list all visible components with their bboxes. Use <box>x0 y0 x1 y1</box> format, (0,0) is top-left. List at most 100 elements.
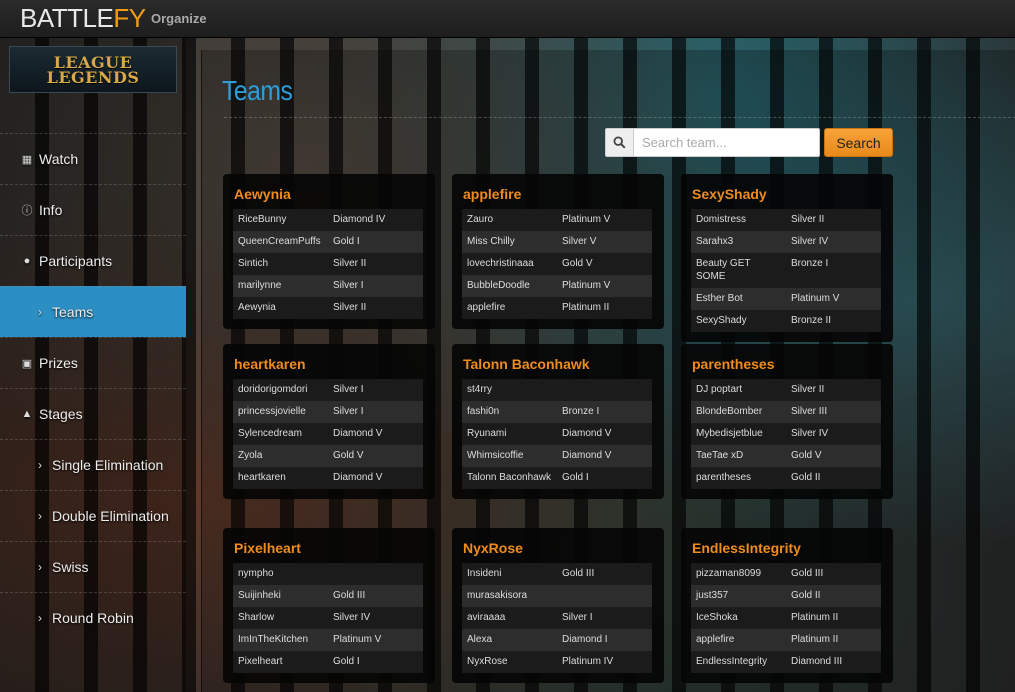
sidebar-item-label: Double Elimination <box>52 508 169 524</box>
table-row: parentheses Gold II <box>691 467 881 489</box>
sidebar-item-info[interactable]: ⓘ Info <box>0 184 186 235</box>
table-row: EndlessIntegrity Diamond III <box>691 651 881 673</box>
player-name: Whimsicoffie <box>462 445 557 467</box>
table-row: Aewynia Silver II <box>233 297 423 319</box>
table-row: pizzaman8099 Gold III <box>691 563 881 585</box>
sidebar-item-single-elimination[interactable]: › Single Elimination <box>0 439 186 490</box>
table-row: Mybedisjetblue Silver IV <box>691 423 881 445</box>
player-rank: Gold III <box>562 568 595 579</box>
player-rank: Gold I <box>328 231 423 253</box>
team-name[interactable]: EndlessIntegrity <box>691 538 883 558</box>
sidebar-item-label: Participants <box>39 253 113 269</box>
table-row: murasakisora <box>462 585 652 607</box>
table-row: Sylencedream Diamond V <box>233 423 423 445</box>
player-rank: Gold V <box>562 258 593 269</box>
sidebar-item-swiss[interactable]: › Swiss <box>0 541 186 592</box>
table-row: Alexa Diamond I <box>462 629 652 651</box>
player-rank: Platinum II <box>562 302 610 313</box>
battlefy-logo[interactable]: BATTLEFY <box>20 3 146 34</box>
search-button[interactable]: Search <box>824 128 893 157</box>
player-rank: Diamond V <box>333 472 383 483</box>
player-rank: Gold II <box>791 472 821 483</box>
player-rank: Gold I <box>562 472 589 483</box>
team-card[interactable]: Talonn Baconhawk st4rry fashi0n Bronze I Ryu… <box>452 344 664 499</box>
player-rank: Diamond V <box>557 445 652 467</box>
player-name: BubbleDoodle <box>462 275 557 297</box>
table-row: SexyShady Bronze II <box>691 310 881 332</box>
team-card[interactable]: SexyShady Domistress Silver II Sarahx3 Silve… <box>681 174 893 342</box>
search-input[interactable] <box>634 129 819 156</box>
player-name: Zyola <box>233 445 328 467</box>
player-rank: Silver II <box>791 384 825 395</box>
table-row: Whimsicoffie Diamond V <box>462 445 652 467</box>
player-rank: Diamond III <box>791 656 843 667</box>
player-name: nympho <box>238 568 274 579</box>
player-name: Sylencedream <box>238 428 302 439</box>
player-rank: Silver I <box>328 401 423 423</box>
team-card[interactable]: applefire Zauro Platinum V Miss Chilly Silve… <box>452 174 664 329</box>
player-rank: Bronze I <box>557 401 652 423</box>
player-rank: Diamond I <box>557 629 652 651</box>
table-row: BlondeBomber Silver III <box>691 401 881 423</box>
sidebar-item-participants[interactable]: ● Participants <box>0 235 186 286</box>
team-name[interactable]: NyxRose <box>462 538 654 558</box>
team-card[interactable]: parentheses DJ poptart Silver II BlondeBomb… <box>681 344 893 499</box>
table-row: IceShoka Platinum II <box>691 607 881 629</box>
team-name[interactable]: Aewynia <box>233 184 425 204</box>
sidebar-item-prizes[interactable]: ▣ Prizes <box>0 337 186 388</box>
team-card[interactable]: EndlessIntegrity pizzaman8099 Gold III just… <box>681 528 893 683</box>
main-content: Teams Search Aewynia RiceBunny Diamond IV Q… <box>201 50 1015 692</box>
organize-link[interactable]: Organize <box>151 11 207 26</box>
chevron-right-icon: › <box>38 509 42 523</box>
team-name[interactable]: parentheses <box>691 354 883 374</box>
team-name[interactable]: Talonn Baconhawk <box>462 354 654 374</box>
team-name[interactable]: applefire <box>462 184 654 204</box>
sidebar-item-round-robin[interactable]: › Round Robin <box>0 592 186 643</box>
sitemap-icon: ▲ <box>21 408 33 420</box>
sidebar-item-watch[interactable]: ▦ Watch <box>0 133 186 184</box>
sidebar-item-label: Prizes <box>39 355 78 371</box>
player-name: TaeTae xD <box>691 445 786 467</box>
table-row: Miss Chilly Silver V <box>462 231 652 253</box>
player-rank: Silver II <box>333 258 367 269</box>
player-name: applefire <box>691 629 786 651</box>
sidebar: LEAGUE LEGENDS ▦ Watch ⓘ Info ● Participants… <box>0 38 186 692</box>
sidebar-item-teams[interactable]: › Teams <box>0 286 186 337</box>
team-card[interactable]: heartkaren doridorigomdori Silver Iprinces… <box>223 344 435 499</box>
player-rank: Silver V <box>557 231 652 253</box>
team-roster-table: doridorigomdori Silver Iprincessjovielle S… <box>233 379 423 489</box>
chevron-right-icon: › <box>38 611 42 625</box>
team-name[interactable]: Pixelheart <box>233 538 425 558</box>
player-rank: Platinum V <box>786 288 881 310</box>
player-rank: Silver IV <box>791 428 829 439</box>
player-name: Beauty GET SOME <box>696 258 751 282</box>
team-card[interactable]: Pixelheart nympho Suijinheki Gold III Sharlo… <box>223 528 435 683</box>
user-icon: ● <box>23 255 31 267</box>
player-name: Alexa <box>462 629 557 651</box>
player-name: IceShoka <box>696 612 738 623</box>
player-name: marilynne <box>233 275 328 297</box>
table-row: princessjovielle Silver I <box>233 401 423 423</box>
team-roster-table: Zauro Platinum V Miss Chilly Silver Vlovech… <box>462 209 652 319</box>
sidebar-item-double-elimination[interactable]: › Double Elimination <box>0 490 186 541</box>
player-name: Ryunami <box>467 428 507 439</box>
table-row: QueenCreamPuffs Gold I <box>233 231 423 253</box>
player-name: RiceBunny <box>238 214 287 225</box>
sidebar-item-stages[interactable]: ▲ Stages <box>0 388 186 439</box>
team-name[interactable]: heartkaren <box>233 354 425 374</box>
team-card[interactable]: Aewynia RiceBunny Diamond IV QueenCreamPuff… <box>223 174 435 329</box>
team-card[interactable]: NyxRose Insideni Gold III murasakisora avira… <box>452 528 664 683</box>
team-roster-table: pizzaman8099 Gold III just357 Gold II IceSho… <box>691 563 881 673</box>
team-roster-table: Insideni Gold III murasakisora aviraaaa Silv… <box>462 563 652 673</box>
sidebar-item-label: Swiss <box>52 559 89 575</box>
page-title: Teams <box>222 75 293 106</box>
table-row: Beauty GET SOME Bronze I <box>691 253 881 288</box>
team-name[interactable]: SexyShady <box>691 184 883 204</box>
league-of-legends-logo: LEAGUE LEGENDS <box>9 46 177 93</box>
player-rank: Gold II <box>786 585 881 607</box>
gift-icon: ▣ <box>21 357 33 370</box>
player-name: fashi0n <box>462 401 557 423</box>
table-row: RiceBunny Diamond IV <box>233 209 423 231</box>
player-name: parentheses <box>696 472 752 483</box>
player-name: aviraaaa <box>467 612 506 623</box>
